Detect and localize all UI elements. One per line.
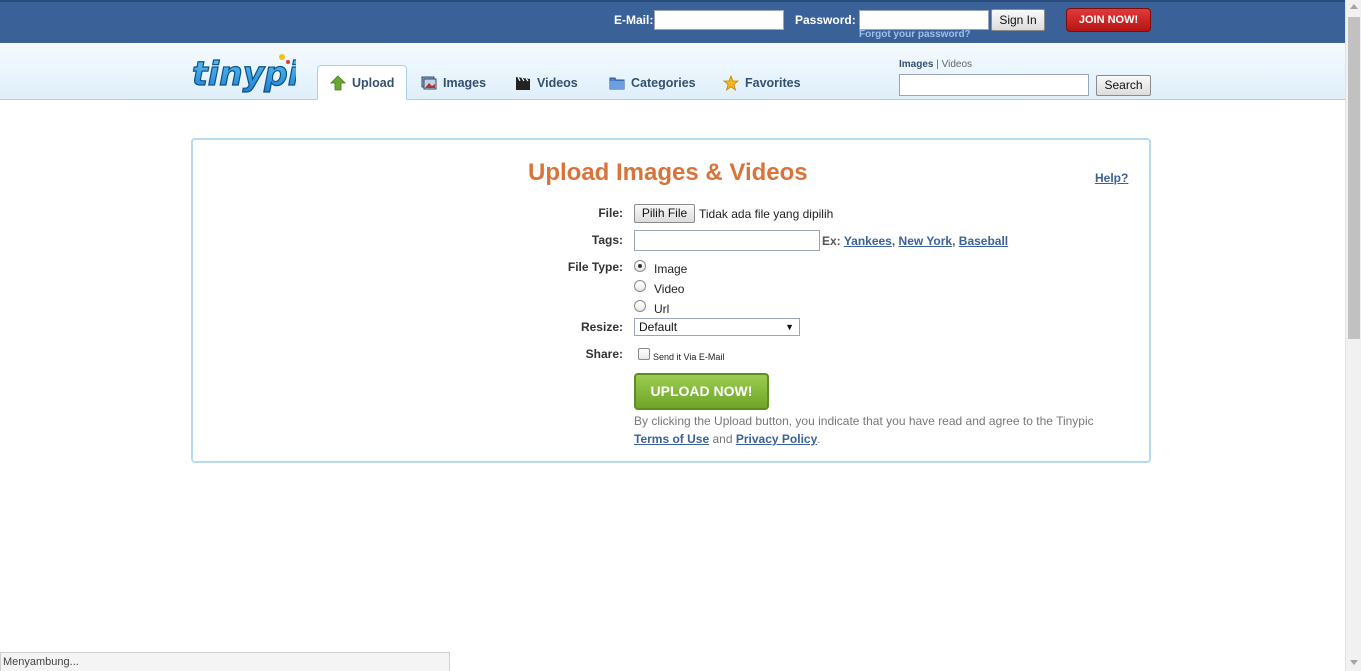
tags-example-prefix: Ex:: [822, 234, 841, 248]
file-type-image-label: Image: [654, 262, 688, 276]
vertical-scrollbar[interactable]: [1345, 0, 1361, 671]
scroll-down-arrow-icon[interactable]: [1350, 660, 1358, 665]
tag-example-baseball[interactable]: Baseball: [959, 234, 1008, 248]
terms-of-use-link[interactable]: Terms of Use: [634, 432, 709, 446]
tinypic-logo[interactable]: tinypic: [190, 51, 296, 97]
legal-notice: By clicking the Upload button, you indic…: [634, 412, 1114, 448]
dropdown-arrow-icon: ▼: [785, 322, 794, 332]
tag-example-yankees[interactable]: Yankees: [844, 234, 892, 248]
upload-arrow-icon: [330, 74, 346, 90]
tag-example-new-york[interactable]: New York: [899, 234, 953, 248]
tab-categories-label: Categories: [631, 75, 696, 90]
page-title: Upload Images & Videos: [528, 159, 808, 186]
email-label: E-Mail:: [614, 13, 654, 27]
tab-upload[interactable]: Upload: [317, 65, 408, 100]
file-type-video-radio[interactable]: [634, 280, 646, 292]
legal-and: and: [712, 432, 733, 446]
file-type-video-label: Video: [654, 282, 685, 296]
search-scope-videos[interactable]: Videos: [942, 59, 972, 70]
privacy-policy-link[interactable]: Privacy Policy: [736, 432, 817, 446]
help-link[interactable]: Help?: [1095, 171, 1128, 185]
search-scope-images[interactable]: Images: [899, 59, 933, 70]
scrollbar-thumb[interactable]: [1348, 17, 1360, 339]
choose-file-button[interactable]: Pilih File: [634, 204, 695, 223]
tab-upload-label: Upload: [352, 75, 395, 90]
search-scope: Images | Videos: [899, 59, 972, 70]
send-email-label: Send it Via E-Mail: [653, 352, 725, 362]
tab-favorites-label: Favorites: [745, 75, 801, 90]
upload-now-button[interactable]: UPLOAD NOW!: [634, 373, 769, 410]
star-icon: [723, 74, 739, 91]
sign-in-button[interactable]: Sign In: [991, 9, 1045, 31]
top-login-bar: E-Mail: Password: Sign In Forgot your pa…: [0, 0, 1345, 43]
svg-text:tinypic: tinypic: [192, 54, 296, 93]
search-scope-separator: |: [936, 59, 939, 70]
file-type-url-radio[interactable]: [634, 300, 646, 312]
tags-field[interactable]: [634, 230, 820, 251]
images-icon: [421, 76, 437, 89]
resize-label: Resize:: [580, 320, 623, 334]
resize-select[interactable]: Default ▼: [634, 318, 800, 336]
tab-images[interactable]: Images: [409, 65, 498, 100]
tab-images-label: Images: [443, 75, 487, 90]
password-field[interactable]: [859, 10, 989, 30]
email-field[interactable]: [654, 10, 784, 30]
tab-videos[interactable]: Videos: [503, 65, 590, 100]
tab-videos-label: Videos: [537, 75, 578, 90]
film-clapper-icon: [516, 76, 530, 90]
scroll-up-arrow-icon[interactable]: [1350, 4, 1358, 9]
file-type-url-label: Url: [654, 302, 670, 316]
send-email-checkbox[interactable]: [638, 348, 650, 360]
search-button[interactable]: Search: [1096, 75, 1151, 96]
nav-bar: tinypic Upload Images Videos: [0, 43, 1345, 100]
file-status-text: Tidak ada file yang dipilih: [699, 207, 834, 221]
tab-favorites[interactable]: Favorites: [711, 65, 813, 100]
tab-categories[interactable]: Categories: [597, 65, 708, 100]
legal-period: .: [817, 432, 821, 446]
password-label: Password:: [795, 13, 856, 27]
file-type-label: File Type:: [567, 260, 623, 274]
file-type-image-radio[interactable]: [634, 260, 646, 272]
legal-text: By clicking the Upload button, you indic…: [634, 414, 1094, 428]
folder-icon: [609, 77, 625, 89]
file-label: File:: [598, 206, 623, 220]
join-now-button[interactable]: JOIN NOW!: [1066, 8, 1151, 32]
tags-label: Tags:: [591, 233, 623, 247]
forgot-password-link[interactable]: Forgot your password?: [859, 29, 971, 40]
search-input[interactable]: [899, 74, 1089, 96]
browser-status-bar: Menyambung...: [0, 652, 450, 671]
share-label: Share:: [585, 347, 623, 361]
page: E-Mail: Password: Sign In Forgot your pa…: [0, 0, 1361, 671]
resize-selected-value: Default: [639, 320, 678, 334]
tags-examples: Ex: Yankees, New York, Baseball: [822, 234, 1009, 248]
